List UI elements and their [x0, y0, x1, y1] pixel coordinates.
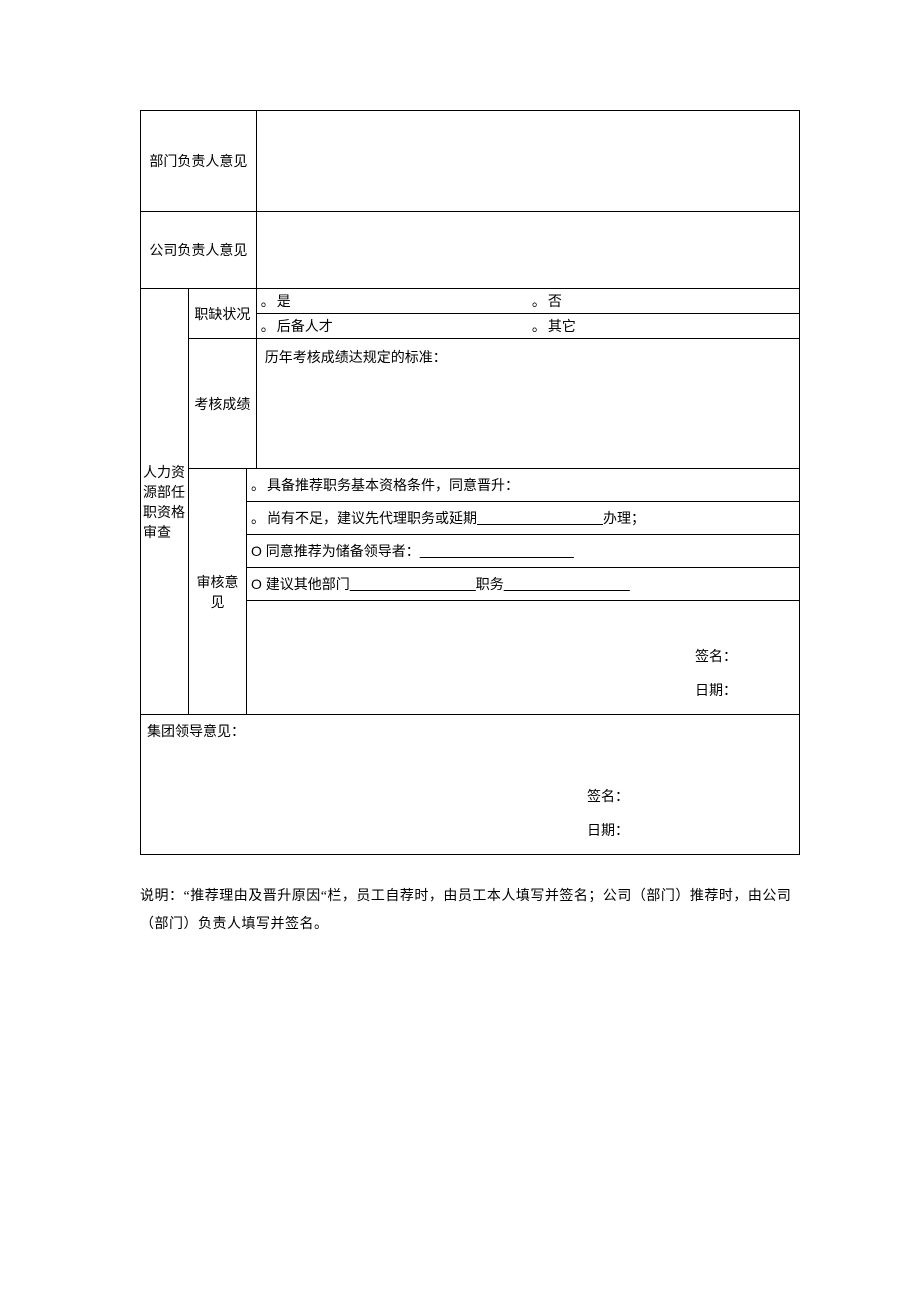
assess-label: 考核成绩 [189, 339, 257, 469]
assess-row: 考核成绩 历年考核成绩达规定的标准： [141, 339, 800, 469]
dept-opinion-value[interactable] [256, 111, 799, 212]
assess-heading: 历年考核成绩达规定的标准： [261, 343, 795, 371]
company-opinion-row: 公司负责人意见 [141, 212, 800, 289]
hr-sign-cell: 签名： 日期： [247, 601, 800, 715]
company-opinion-label: 公司负责人意见 [141, 212, 257, 289]
review-label: 审核意见 [189, 469, 247, 715]
vacancy-other[interactable]: 其它 [532, 320, 576, 335]
vacancy-reserve[interactable]: 后备人才 [261, 320, 333, 335]
group-opinion-row: 集团领导意见： 签名： 日期： [141, 715, 800, 855]
opt-gap[interactable]: 尚有不足，建议先代理职务或延期＿＿＿＿＿＿＿＿＿办理； [247, 502, 799, 535]
assess-content[interactable]: 历年考核成绩达规定的标准： [256, 339, 799, 469]
vacancy-row: 人力资源部任职资格审查 职缺状况 是 否 后备人才 其它 [141, 289, 800, 339]
opt-qualified[interactable]: 具备推荐职务基本资格条件，同意晋升： [247, 469, 799, 502]
group-date-label[interactable]: 日期： [587, 815, 793, 849]
review-row: 审核意见 具备推荐职务基本资格条件，同意晋升： 尚有不足，建议先代理职务或延期＿… [141, 469, 800, 601]
group-opinion-label: 集团领导意见： [147, 721, 793, 741]
review-options: 具备推荐职务基本资格条件，同意晋升： 尚有不足，建议先代理职务或延期＿＿＿＿＿＿… [247, 469, 800, 601]
vacancy-no[interactable]: 否 [532, 295, 562, 310]
hr-section-label: 人力资源部任职资格审查 [141, 289, 189, 715]
company-opinion-value[interactable] [256, 212, 799, 289]
hr-date-label[interactable]: 日期： [695, 675, 791, 709]
dept-opinion-row: 部门负责人意见 [141, 111, 800, 212]
group-opinion-cell[interactable]: 集团领导意见： 签名： 日期： [141, 715, 800, 855]
footer-note: 说明：“推荐理由及晋升原因“栏，员工自荐时，由员工本人填写并签名；公司（部门）推… [140, 883, 800, 939]
vacancy-options: 是 否 后备人才 其它 [256, 289, 799, 339]
hr-signature-label[interactable]: 签名： [695, 641, 791, 675]
vacancy-label: 职缺状况 [189, 289, 257, 339]
dept-opinion-label: 部门负责人意见 [141, 111, 257, 212]
group-signature-label[interactable]: 签名： [587, 781, 793, 815]
opt-reserve-leader[interactable]: 同意推荐为储备领导者：＿＿＿＿＿＿＿＿＿＿＿ [247, 535, 799, 568]
vacancy-yes[interactable]: 是 [261, 295, 291, 310]
opt-other-dept[interactable]: 建议其他部门＿＿＿＿＿＿＿＿＿职务＿＿＿＿＿＿＿＿＿ [247, 568, 799, 600]
form-table: 部门负责人意见 公司负责人意见 人力资源部任职资格审查 职缺状况 是 否 后备人… [140, 110, 800, 855]
